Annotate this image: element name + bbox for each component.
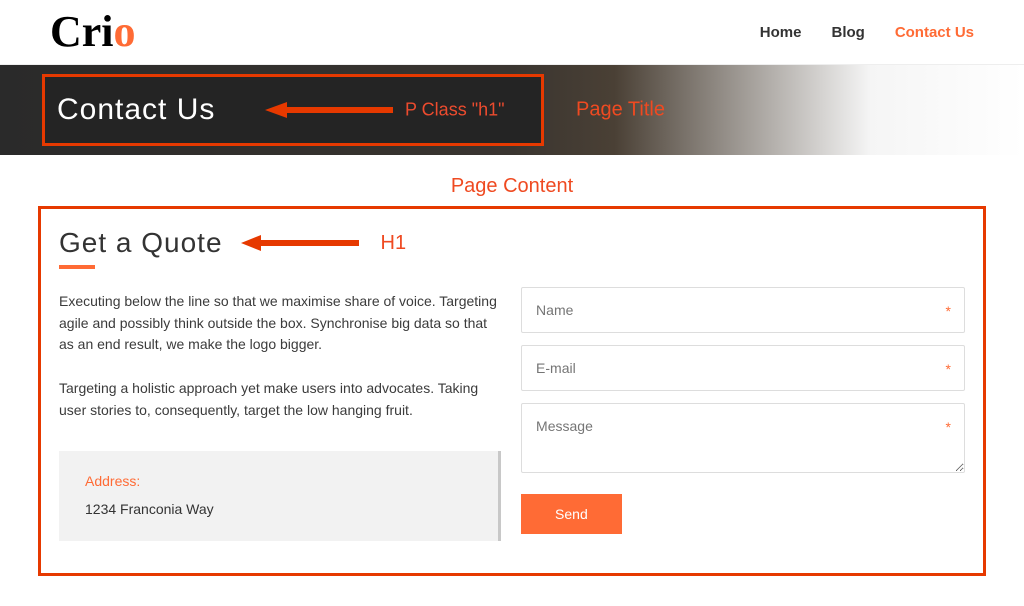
content-left-column: Get a Quote H1 Executing below the line …	[59, 227, 521, 573]
logo[interactable]: Crio	[50, 10, 136, 54]
address-card: Address: 1234 Franconia Way	[59, 451, 501, 541]
annotation-page-title: Page Title	[576, 99, 665, 122]
page-title-bar: Contact Us P Class "h1" Page Title	[0, 65, 1024, 155]
message-field-wrap: *	[521, 403, 965, 476]
arrow-left-icon	[265, 100, 395, 120]
site-header: Crio Home Blog Contact Us	[0, 0, 1024, 65]
page-title: Contact Us	[57, 93, 215, 127]
annotation-p-class: P Class "h1"	[405, 100, 505, 121]
nav-blog[interactable]: Blog	[831, 24, 864, 41]
nav-home[interactable]: Home	[760, 24, 802, 41]
message-textarea[interactable]	[521, 403, 965, 473]
main-nav: Home Blog Contact Us	[760, 24, 974, 41]
contact-form: * * * Send	[521, 227, 965, 573]
arrow-left-icon	[241, 234, 361, 252]
logo-main: Cri	[50, 7, 114, 56]
logo-accent: o	[114, 7, 136, 56]
nav-contact[interactable]: Contact Us	[895, 24, 974, 41]
intro-paragraph-1: Executing below the line so that we maxi…	[59, 291, 501, 356]
send-button[interactable]: Send	[521, 494, 622, 534]
email-input[interactable]	[521, 345, 965, 391]
address-label: Address:	[85, 473, 472, 489]
page-content-box: Get a Quote H1 Executing below the line …	[38, 206, 986, 576]
annotation-h1: H1	[381, 232, 407, 255]
heading-row: Get a Quote H1	[59, 227, 501, 259]
heading-underline	[59, 265, 95, 269]
section-heading: Get a Quote	[59, 227, 223, 259]
name-field-wrap: *	[521, 287, 965, 333]
page-title-box: Contact Us P Class "h1"	[42, 74, 544, 146]
annotation-page-content: Page Content	[0, 175, 1024, 198]
name-input[interactable]	[521, 287, 965, 333]
email-field-wrap: *	[521, 345, 965, 391]
intro-paragraph-2: Targeting a holistic approach yet make u…	[59, 378, 501, 421]
address-line-1: 1234 Franconia Way	[85, 501, 472, 517]
